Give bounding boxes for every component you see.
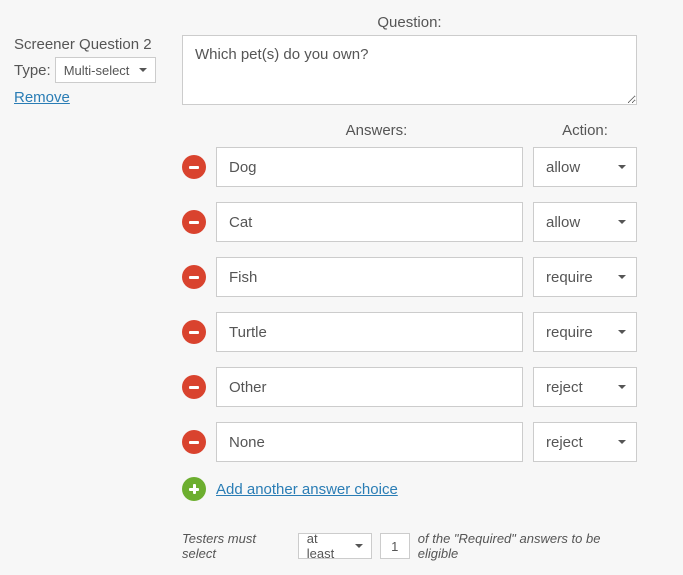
answer-row: reject [182,367,637,407]
requirement-row: Testers must select at least of the "Req… [182,531,637,561]
screener-title: Screener Question 2 [14,36,182,53]
minus-icon[interactable] [182,155,206,179]
requirement-count-input[interactable] [380,533,410,559]
plus-icon[interactable] [182,477,206,501]
action-header-label: Action: [533,122,637,139]
chevron-down-icon [139,68,147,72]
answer-row: require [182,257,637,297]
chevron-down-icon [618,220,626,224]
action-select-value: require [546,269,593,286]
answer-input[interactable] [216,202,523,242]
minus-icon[interactable] [182,265,206,289]
action-select-value: reject [546,379,583,396]
chevron-down-icon [618,165,626,169]
type-select[interactable]: Multi-select [55,57,157,83]
answer-input[interactable] [216,257,523,297]
type-select-value: Multi-select [64,63,130,78]
action-select-value: allow [546,214,580,231]
type-label: Type: [14,62,51,79]
answers-list: allow allow require require reject reject [182,147,637,462]
minus-icon[interactable] [182,320,206,344]
question-input[interactable] [182,35,637,105]
action-select-value: require [546,324,593,341]
action-select[interactable]: require [533,312,637,352]
requirement-mode-select[interactable]: at least [298,533,372,559]
chevron-down-icon [355,544,363,548]
minus-icon[interactable] [182,210,206,234]
chevron-down-icon [618,440,626,444]
action-select[interactable]: reject [533,367,637,407]
chevron-down-icon [618,275,626,279]
answer-row: reject [182,422,637,462]
action-select[interactable]: reject [533,422,637,462]
chevron-down-icon [618,385,626,389]
answer-row: allow [182,202,637,242]
requirement-suffix: of the "Required" answers to be eligible [418,531,637,561]
chevron-down-icon [618,330,626,334]
action-select-value: reject [546,434,583,451]
minus-icon[interactable] [182,375,206,399]
answer-row: require [182,312,637,352]
action-select-value: allow [546,159,580,176]
answer-input[interactable] [216,422,523,462]
question-label: Question: [182,14,637,31]
action-select[interactable]: allow [533,202,637,242]
answer-input[interactable] [216,367,523,407]
add-answer-link[interactable]: Add another answer choice [216,481,398,498]
requirement-mode-value: at least [307,531,347,561]
answer-input[interactable] [216,312,523,352]
answers-header-label: Answers: [220,122,533,139]
requirement-prefix: Testers must select [182,531,290,561]
minus-icon[interactable] [182,430,206,454]
action-select[interactable]: allow [533,147,637,187]
answer-input[interactable] [216,147,523,187]
remove-link[interactable]: Remove [14,89,70,106]
answer-row: allow [182,147,637,187]
action-select[interactable]: require [533,257,637,297]
